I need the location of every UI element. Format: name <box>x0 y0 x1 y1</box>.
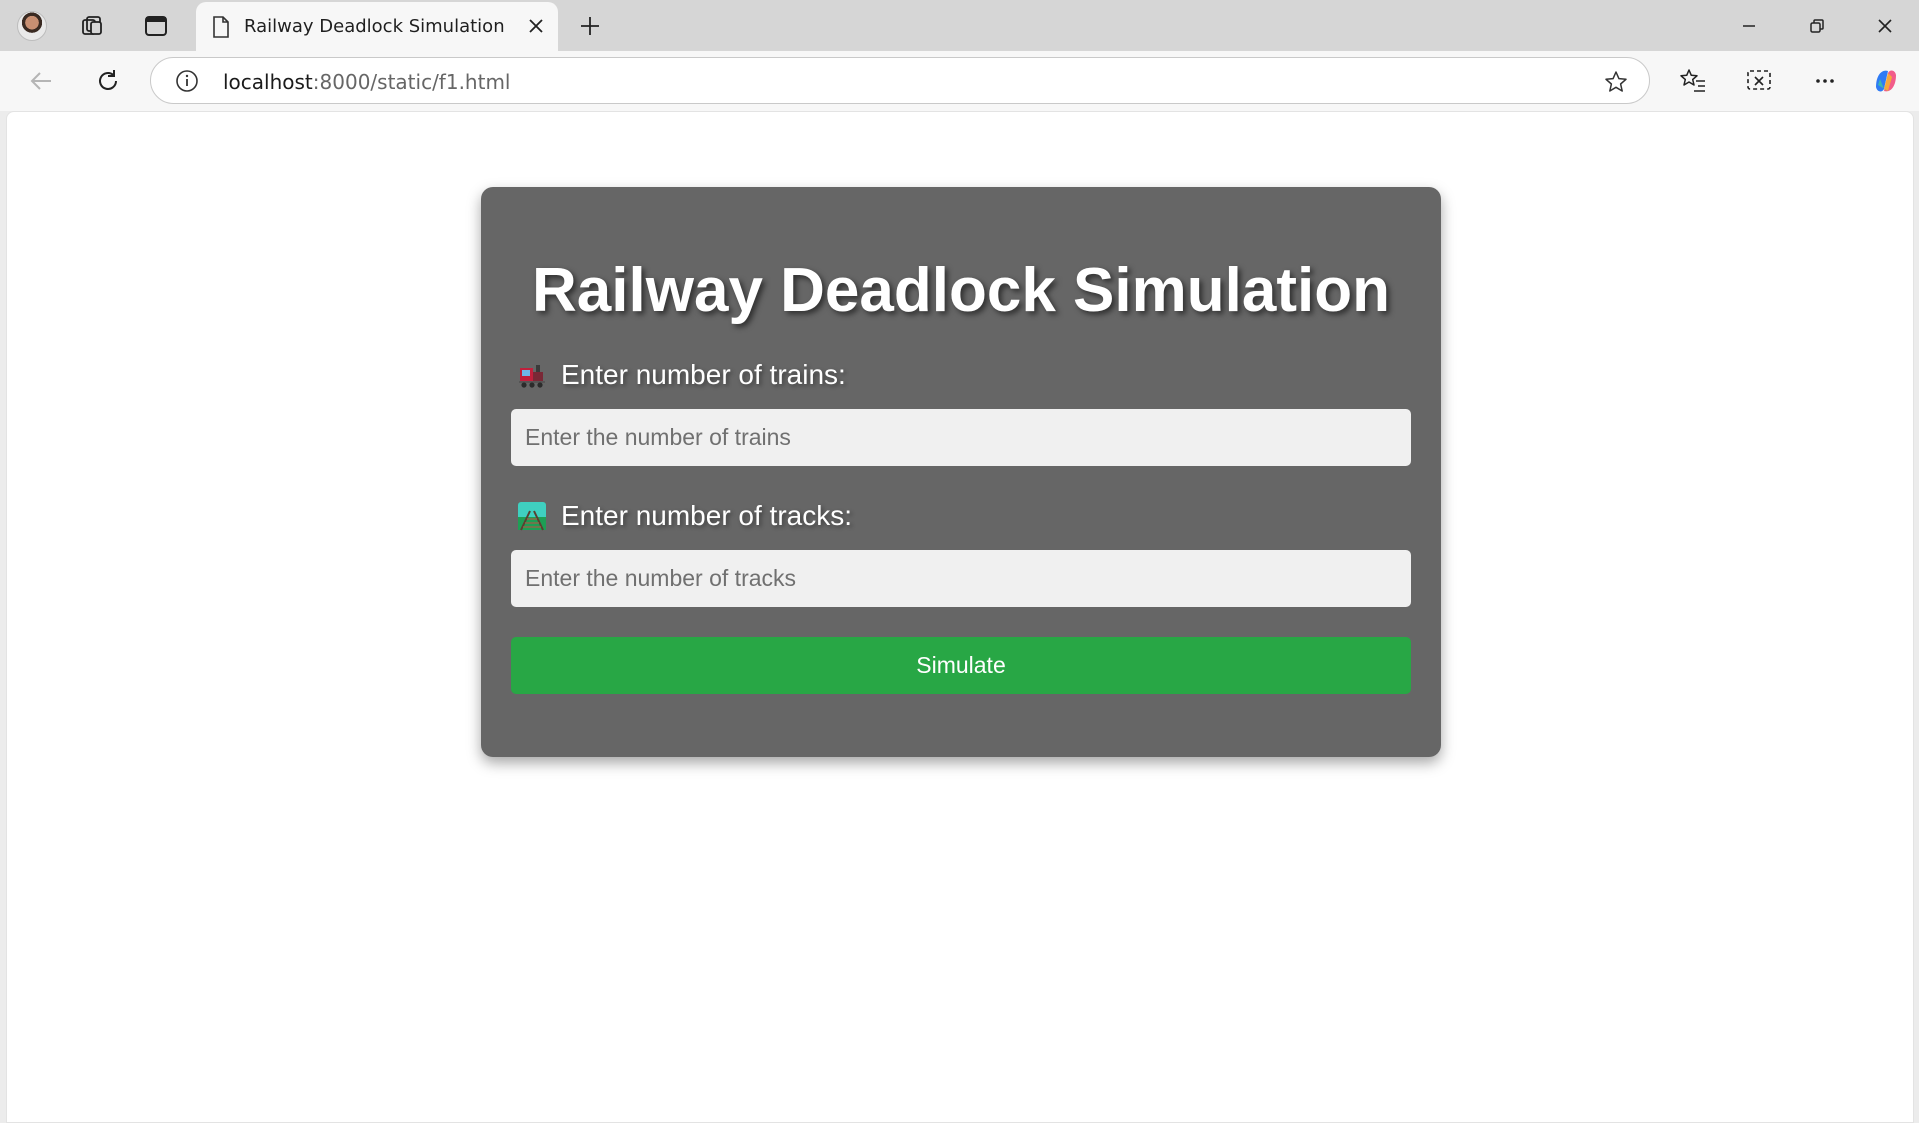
close-icon <box>1878 18 1892 33</box>
tab-actions-button[interactable] <box>136 6 176 46</box>
locomotive-icon <box>519 365 545 388</box>
profile-avatar[interactable] <box>12 6 52 46</box>
favorite-star-icon[interactable] <box>1603 69 1629 95</box>
page-viewport: Railway Deadlock Simulation Enter number… <box>6 111 1914 1123</box>
more-dots-icon <box>1816 79 1834 83</box>
restore-button[interactable] <box>1783 0 1851 51</box>
railway-track-icon <box>518 502 546 531</box>
refresh-icon <box>99 70 117 90</box>
workspaces-icon <box>82 16 102 35</box>
url-host: localhost <box>223 70 313 94</box>
copilot-button[interactable] <box>1866 61 1906 101</box>
minimize-icon <box>1743 24 1755 27</box>
page-title: Railway Deadlock Simulation <box>532 256 1390 325</box>
refresh-button[interactable] <box>88 61 128 101</box>
tab-close-button[interactable] <box>524 14 548 38</box>
browser-toolbar: localhost:8000/static/f1.html <box>0 51 1919 111</box>
tab-title: Railway Deadlock Simulation <box>244 16 505 37</box>
trains-input[interactable] <box>511 409 1411 466</box>
tracks-label: Enter number of tracks: <box>517 500 852 532</box>
avatar <box>17 11 47 41</box>
tracks-input[interactable] <box>511 550 1411 607</box>
trains-label: Enter number of trains: <box>517 359 846 391</box>
more-menu-button[interactable] <box>1805 61 1845 101</box>
url-path: :8000/static/f1.html <box>312 70 511 94</box>
favorites-list-icon <box>1680 69 1705 92</box>
screenshot-button[interactable] <box>1739 61 1779 101</box>
close-window-button[interactable] <box>1851 0 1919 51</box>
new-tab-button[interactable] <box>570 6 610 46</box>
minimize-button[interactable] <box>1715 0 1783 51</box>
screenshot-icon <box>1747 70 1771 90</box>
address-bar[interactable]: localhost:8000/static/f1.html <box>150 57 1650 104</box>
vertical-tabs-icon <box>145 16 167 36</box>
simulate-button[interactable]: Simulate <box>511 637 1411 694</box>
browser-titlebar: Railway Deadlock Simulation <box>0 0 1919 51</box>
plus-icon <box>581 17 599 35</box>
tab-active[interactable]: Railway Deadlock Simulation <box>196 2 558 51</box>
restore-icon <box>1810 18 1824 33</box>
trains-label-text: Enter number of trains: <box>561 359 846 390</box>
favorites-button[interactable] <box>1673 61 1713 101</box>
close-icon <box>529 19 543 33</box>
page-icon <box>210 15 232 38</box>
simulation-form-card: Railway Deadlock Simulation Enter number… <box>481 187 1441 757</box>
back-button[interactable] <box>22 61 62 101</box>
site-info-icon[interactable] <box>175 69 199 93</box>
back-arrow-icon <box>30 72 51 90</box>
copilot-icon <box>1876 70 1896 92</box>
tracks-label-text: Enter number of tracks: <box>561 500 853 531</box>
workspaces-button[interactable] <box>72 6 112 46</box>
url-text[interactable]: localhost:8000/static/f1.html <box>223 70 511 94</box>
